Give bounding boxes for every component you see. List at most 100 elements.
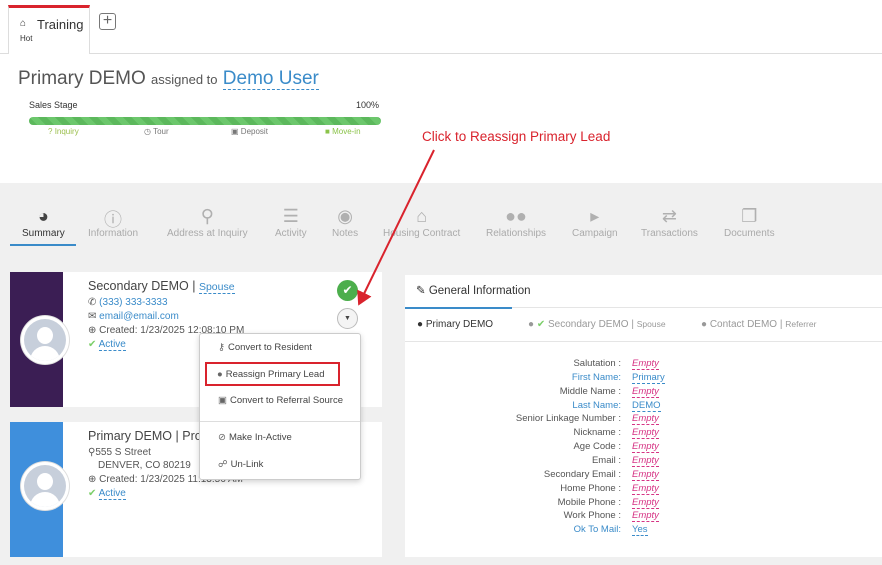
record-name: Primary DEMO [18,68,146,89]
menu-make-inactive[interactable]: ⊘ Make In-Active [218,432,292,443]
field-value[interactable]: Empty [632,413,659,426]
home-icon: ⌂ [416,206,428,226]
field-row: Mobile Phone : Empty [405,497,882,511]
check-icon: ✔ [88,339,97,350]
field-value[interactable]: Empty [632,483,659,495]
nav-activity[interactable]: ☰ Activity [275,206,307,239]
field-row: Home Phone : Empty [405,483,882,497]
nav-housing-contract[interactable]: ⌂ Housing Contract [383,206,460,239]
nav-transactions[interactable]: ⇄ Transactions [641,206,698,239]
id-card-icon: ▣ [218,395,227,406]
home-icon: ⌂ [20,18,27,29]
field-value[interactable]: Primary [632,372,665,384]
check-icon: ✔ [536,319,546,330]
field-label: Salutation : [573,358,621,369]
exchange-icon: ⇄ [661,206,677,226]
field-value[interactable]: Empty [632,510,659,523]
field-value[interactable]: DEMO [632,400,661,412]
envelope-icon: ✉ [88,311,97,322]
actions-dropdown-button[interactable]: ▼ [337,308,358,329]
field-label: Age Code : [573,441,621,453]
field-value[interactable]: Empty [632,441,659,454]
nav-campaign[interactable]: ▸ Campaign [572,206,618,239]
field-label: First Name: [571,371,621,383]
field-value[interactable]: Empty [632,358,659,370]
ban-icon: ⊘ [218,432,226,443]
unlink-icon: ☍ [218,459,228,470]
tab-subtitle: Hot [20,34,33,43]
menu-convert-to-referral-source[interactable]: ▣ Convert to Referral Source [218,395,343,406]
map-marker-icon: ⚲ [200,206,214,226]
sales-stage-percent: 100% [356,100,380,110]
nav-documents[interactable]: ❐ Documents [724,206,775,239]
sales-stage-progress-bar [29,117,381,125]
caret-down-icon: ▼ [344,315,351,322]
divider [405,341,882,342]
users-icon: ●● [505,206,527,226]
menu-convert-to-resident[interactable]: ⚷ Convert to Resident [218,342,312,353]
field-label: Mobile Phone : [557,496,621,508]
field-label: Middle Name : [559,385,621,397]
nav-information[interactable]: ⓘ Information [88,206,138,239]
nav-summary[interactable]: ◕ Summary [22,206,65,239]
tab-training[interactable]: ⌂ Training Hot [8,5,90,54]
page-title: Primary DEMO assigned to Demo User [18,68,319,90]
field-label: Work Phone : [563,510,621,522]
annotation-text: Click to Reassign Primary Lead [422,129,611,144]
menu-unlink[interactable]: ☍ Un-Link [218,459,263,470]
tab-secondary-demo[interactable]: ● ✔ Secondary DEMO | Spouse [528,319,666,330]
assigned-to-label: assigned to [151,72,218,87]
active-tab-underline [405,307,512,309]
field-row: Last Name: DEMO [405,400,882,414]
contact-address-2: DENVER, CO 80219 [98,460,191,471]
contact-email[interactable]: ✉ email@email.com [88,311,179,322]
stage-tour: ◷ Tour [144,127,169,136]
nav-address-at-inquiry[interactable]: ⚲ Address at Inquiry [167,206,248,239]
field-row: Senior Linkage Number : Empty [405,413,882,427]
field-label: Email : [591,454,621,466]
check-icon: ✔ [342,283,353,297]
contact-status[interactable]: ✔ Active [88,339,126,351]
stage-move-in: ■ Move-in [325,127,361,136]
top-tab-bar [0,0,882,54]
field-value[interactable]: Empty [632,455,659,467]
add-tab-button[interactable]: + [99,13,116,30]
tab-contact-demo[interactable]: ● Contact DEMO | Referrer [701,319,816,330]
key-icon: ⚷ [218,342,225,353]
edit-icon: ✎ [416,285,426,297]
bullhorn-icon: ▸ [590,206,600,226]
nav-notes[interactable]: ◉ Notes [332,206,358,239]
sales-stage-label: Sales Stage [29,100,78,110]
contact-status[interactable]: ✔ Active [88,488,126,500]
user-icon: ● [528,319,535,330]
list-icon: ☰ [282,206,299,226]
tab-primary-demo[interactable]: ● Primary DEMO [417,319,493,330]
dashboard-icon: ◕ [37,206,49,226]
check-icon: ✔ [88,488,97,499]
panel-title: ✎ General Information [416,285,531,297]
field-row: Nickname : Empty [405,427,882,441]
primary-check-button[interactable]: ✔ [337,280,358,301]
field-value[interactable]: Yes [632,524,648,537]
nav-relationships[interactable]: ●● Relationships [486,206,546,239]
assigned-user-link[interactable]: Demo User [222,68,319,90]
tab-title: Training [37,17,84,32]
relationship-link[interactable]: Spouse [198,281,235,294]
files-icon: ❐ [741,206,758,226]
field-row: First Name: Primary [405,372,882,386]
field-value[interactable]: Empty [632,386,659,398]
info-icon: ⓘ [104,210,123,230]
contact-phone[interactable]: ✆ (333) 333-3333 [88,297,168,308]
field-row: Age Code : Empty [405,441,882,455]
field-value[interactable]: Empty [632,497,659,509]
avatar [21,316,69,364]
field-label: Nickname : [573,427,621,439]
comments-icon: ◉ [337,206,353,226]
field-value[interactable]: Empty [632,469,659,481]
avatar [21,462,69,510]
field-value[interactable]: Empty [632,427,659,440]
field-label: Secondary Email : [543,468,621,480]
clock-icon: ◷ [144,127,151,136]
money-icon: ▣ [231,127,239,136]
actions-dropdown-menu: ⚷ Convert to Resident ● Reassign Primary L… [199,333,361,480]
